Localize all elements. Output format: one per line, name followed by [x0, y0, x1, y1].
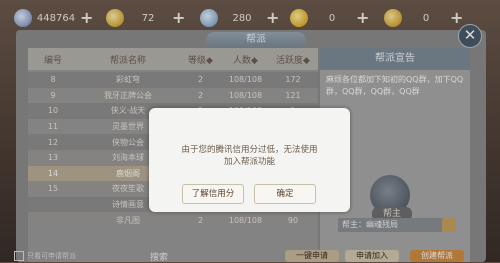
credit-warning-dialog: 由于您的腾讯信用分过低，无法使用 加入帮派功能 了解信用分 确定 [149, 108, 350, 212]
dialog-message: 由于您的腾讯信用分过低，无法使用 加入帮派功能 [159, 144, 340, 168]
learn-credit-button[interactable]: 了解信用分 [182, 184, 244, 204]
dialog-message-line2: 加入帮派功能 [223, 157, 275, 167]
confirm-button[interactable]: 确定 [254, 184, 316, 204]
dialog-message-line1: 由于您的腾讯信用分过低，无法使用 [181, 145, 318, 155]
